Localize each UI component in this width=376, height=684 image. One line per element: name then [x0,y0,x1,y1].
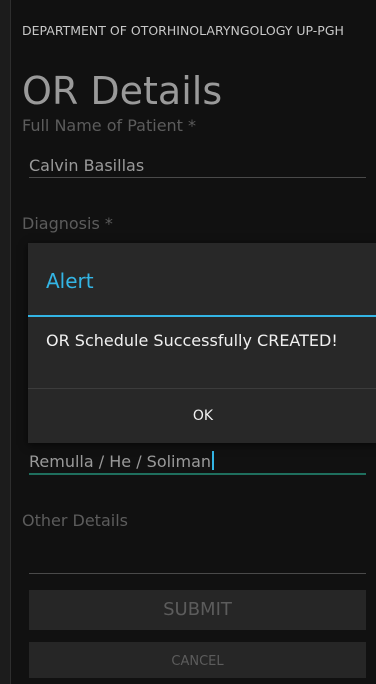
alert-dialog: Alert OR Schedule Successfully CREATED! … [28,243,376,443]
ok-button[interactable]: OK [28,389,376,443]
dialog-title: Alert [46,269,94,293]
app-screen: DEPARTMENT OF OTORHINOLARYNGOLOGY UP-PGH… [11,0,376,684]
dialog-message: OR Schedule Successfully CREATED! [46,331,338,350]
dialog-title-divider [28,315,376,317]
left-edge-strip [0,0,11,684]
